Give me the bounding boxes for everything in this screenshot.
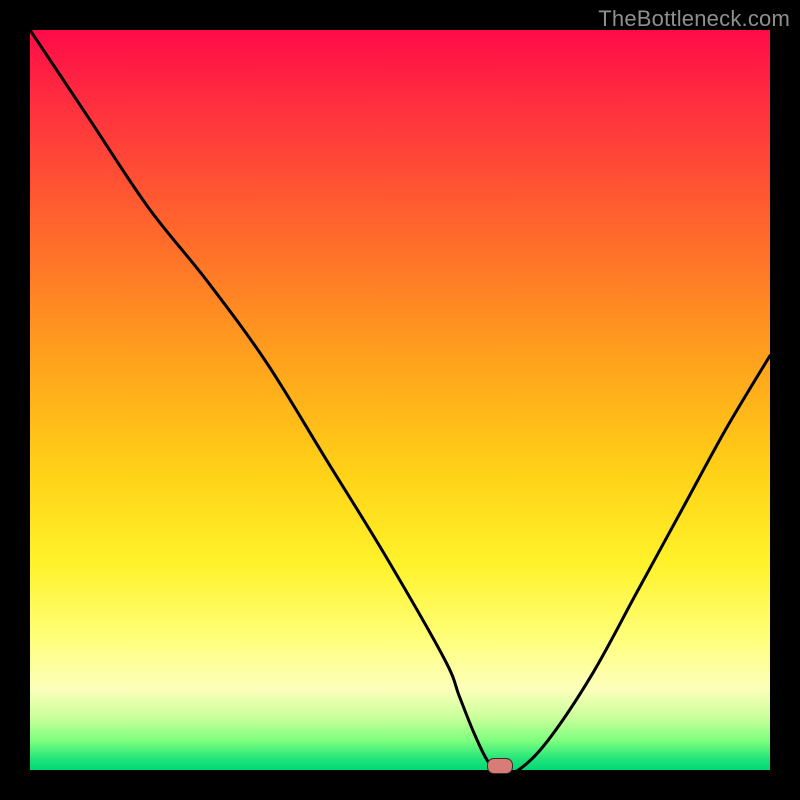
plot-area xyxy=(30,30,770,770)
watermark-text: TheBottleneck.com xyxy=(598,6,790,32)
optimal-marker xyxy=(487,758,513,774)
bottleneck-curve xyxy=(30,30,770,770)
chart-frame: TheBottleneck.com xyxy=(0,0,800,800)
curve-path xyxy=(30,30,770,772)
